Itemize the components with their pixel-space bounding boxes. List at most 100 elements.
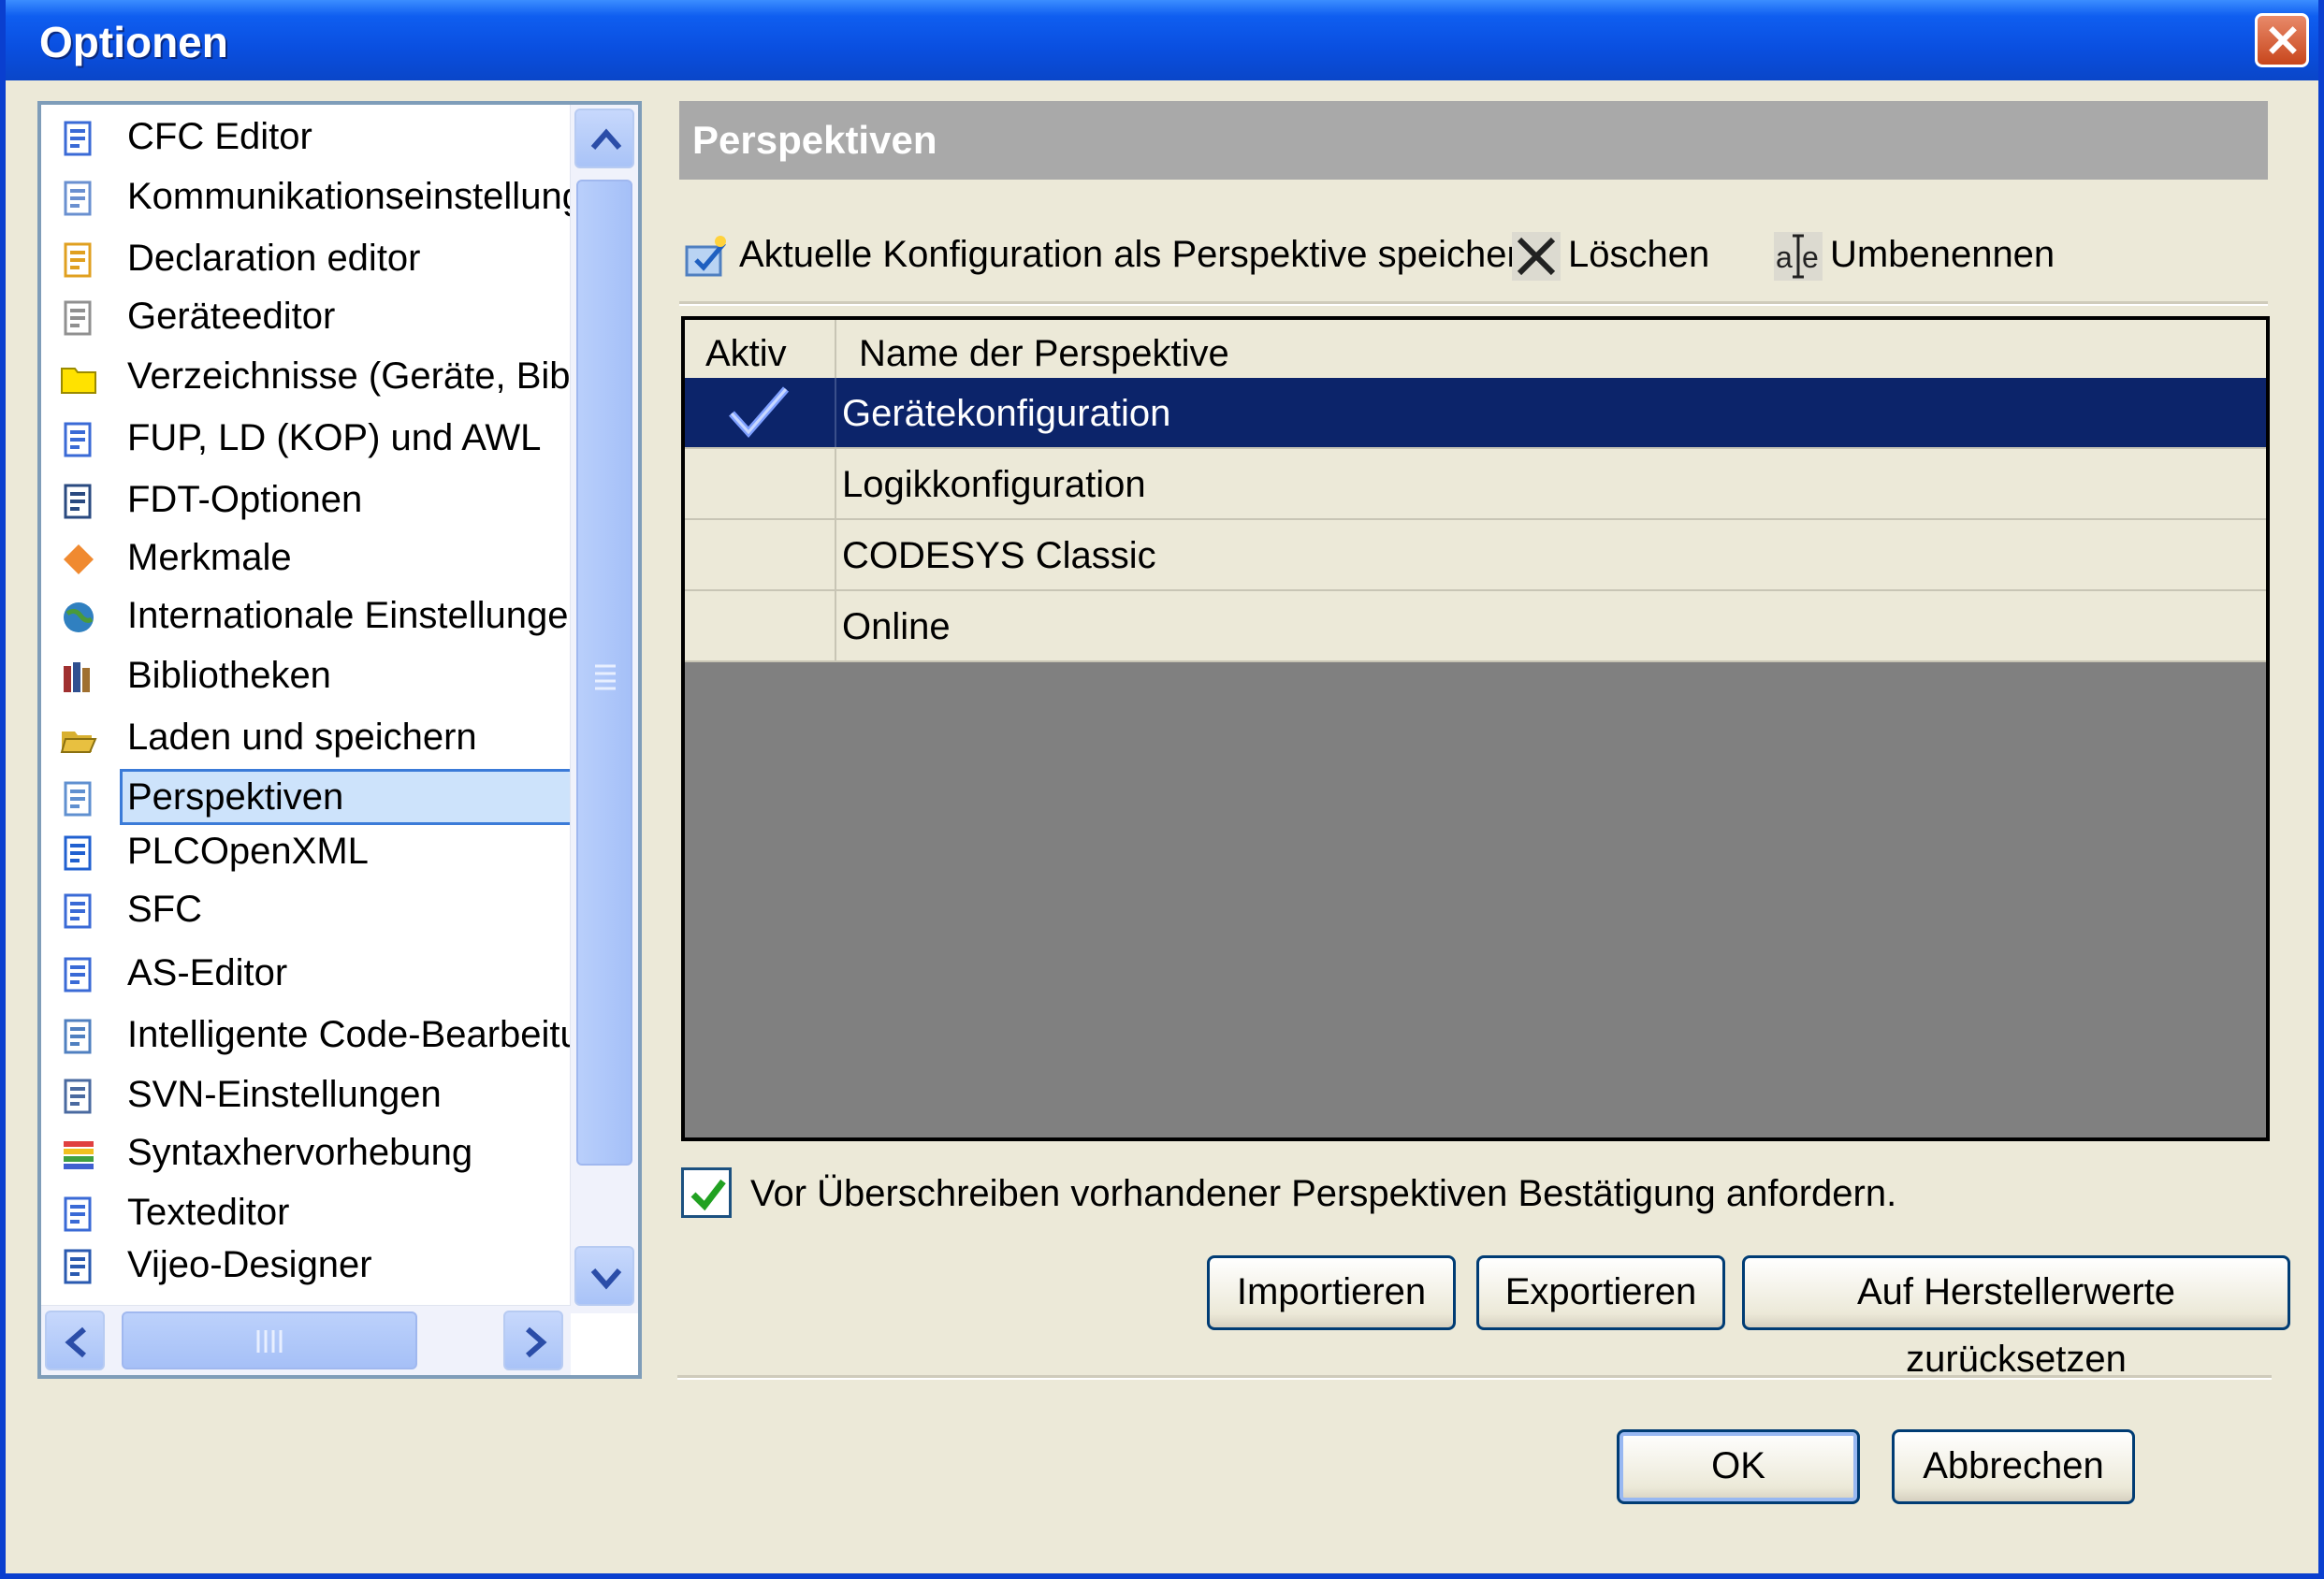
perspective-name: Logikkonfiguration (842, 464, 1146, 505)
confirm-overwrite-checkbox[interactable] (681, 1167, 732, 1218)
open-folder-icon (60, 732, 97, 753)
tree-item-label: Syntaxhervorhebung (127, 1132, 473, 1173)
grip-icon (256, 1330, 283, 1353)
confirm-overwrite-option[interactable]: Vor Überschreiben vorhandener Perspektiv… (681, 1167, 1991, 1224)
smart-coding-icon (64, 1019, 92, 1054)
tree-item[interactable]: Geräteeditor (49, 292, 599, 344)
reset-defaults-button[interactable]: Auf Herstellerwerte zurücksetzen (1742, 1255, 2290, 1380)
rename-button[interactable]: a e Umbenennen (1770, 226, 2070, 286)
perspectives-table: Aktiv Name der Perspektive Gerätekonfigu… (681, 316, 2270, 1141)
grip-icon (595, 664, 616, 690)
page-title: Perspektiven (692, 118, 937, 162)
tree-item-label: Verzeichnisse (Geräte, Bibliot (127, 355, 618, 397)
perspective-name: Online (842, 606, 951, 647)
tree-item[interactable]: AS-Editor (49, 949, 599, 1001)
tree-item-label: AS-Editor (127, 952, 288, 993)
tree-item-label: Perspektiven (127, 776, 344, 818)
horizontal-scrollbar[interactable] (41, 1305, 571, 1375)
export-button[interactable]: Exportieren (1476, 1255, 1725, 1330)
save-perspective-icon (685, 236, 726, 277)
tree-item-label: FDT-Optionen (127, 479, 363, 520)
tree-item[interactable]: Vijeo-Designer (49, 1240, 599, 1293)
table-row[interactable]: Gerätekonfiguration (685, 378, 2266, 449)
table-header: Aktiv Name der Perspektive (685, 320, 2266, 380)
syntax-highlighting-icon (64, 1141, 94, 1169)
svg-text:e: e (1802, 240, 1819, 274)
tree-item[interactable]: Syntaxhervorhebung (49, 1128, 599, 1181)
cancel-button[interactable]: Abbrechen (1892, 1429, 2135, 1504)
horizontal-scroll-thumb[interactable] (122, 1311, 417, 1369)
scroll-left-button[interactable] (45, 1311, 105, 1370)
svn-icon (64, 1079, 92, 1114)
text-editor-icon (64, 1196, 92, 1232)
tree-item[interactable]: Bibliotheken (49, 651, 599, 703)
column-header-active[interactable]: Aktiv (705, 333, 787, 375)
table-row[interactable]: Online (685, 591, 2266, 662)
tree-item[interactable]: Laden und speichern (49, 713, 599, 765)
vertical-scrollbar[interactable] (570, 105, 638, 1313)
scroll-up-button[interactable] (574, 109, 634, 168)
tree-item-label: Vijeo-Designer (127, 1244, 372, 1285)
active-cell[interactable] (685, 520, 836, 589)
chevron-left-icon (65, 1326, 86, 1358)
perspective-name: CODESYS Classic (842, 535, 1156, 576)
save-perspective-button[interactable]: Aktuelle Konfiguration als Perspektive s… (679, 226, 1540, 286)
tree-item[interactable]: Merkmale (49, 533, 599, 586)
tree-item[interactable]: Texteditor (49, 1188, 599, 1240)
active-checkmark-icon (729, 386, 790, 439)
table-row[interactable]: CODESYS Classic (685, 520, 2266, 591)
tree-item[interactable]: CFC Editor (49, 112, 599, 165)
rename-icon: a e (1774, 232, 1823, 281)
close-icon[interactable] (2255, 13, 2309, 67)
declaration-editor-icon (64, 242, 92, 278)
scroll-down-button[interactable] (574, 1246, 634, 1306)
tree-item-label: Texteditor (127, 1192, 290, 1233)
diamond-icon (64, 544, 94, 574)
tree-item-label: Declaration editor (127, 238, 421, 279)
cfc-editor-icon (64, 121, 92, 156)
fdt-icon (64, 484, 92, 519)
active-cell[interactable] (685, 449, 836, 518)
tree-item[interactable]: Declaration editor (49, 234, 599, 286)
import-button[interactable]: Importieren (1207, 1255, 1456, 1330)
tree-item[interactable]: FDT-Optionen (49, 475, 599, 528)
table-row[interactable]: Logikkonfiguration (685, 449, 2266, 520)
globe-icon (64, 602, 94, 632)
confirm-overwrite-label: Vor Überschreiben vorhandener Perspektiv… (750, 1173, 1897, 1214)
tree-item[interactable]: FUP, LD (KOP) und AWL (49, 413, 599, 466)
chevron-up-icon (590, 128, 622, 150)
tree-item-label: Merkmale (127, 537, 292, 578)
sfc-icon (64, 893, 92, 929)
footer-divider (677, 1375, 2272, 1380)
tree-item-label: Internationale Einstellungen (127, 595, 589, 636)
tree-item-label: Geräteeditor (127, 296, 336, 337)
vertical-scroll-thumb[interactable] (576, 180, 632, 1166)
tree-item-label: SFC (127, 889, 202, 930)
tree-item[interactable]: SVN-Einstellungen (49, 1070, 599, 1123)
tree-item[interactable]: PLCOpenXML (49, 827, 599, 879)
active-cell[interactable] (685, 378, 836, 447)
scroll-right-button[interactable] (503, 1311, 563, 1370)
tree-item-label: Laden und speichern (127, 717, 477, 758)
checkmark-icon (690, 1179, 726, 1211)
column-header-name[interactable]: Name der Perspektive (859, 333, 1229, 375)
delete-button[interactable]: Löschen (1508, 226, 1751, 286)
active-cell[interactable] (685, 591, 836, 660)
tree-item[interactable]: Perspektiven (49, 769, 599, 825)
tree-item[interactable]: Internationale Einstellungen (49, 591, 599, 644)
communication-icon (64, 181, 92, 216)
tree-item-label: PLCOpenXML (127, 831, 369, 872)
tree-item[interactable]: Kommunikationseinstellungen (49, 172, 624, 225)
options-tree: CFC Editor Kommunikationseinstellungen Dec… (37, 101, 642, 1379)
ok-button[interactable]: OK (1617, 1429, 1860, 1504)
title-bar[interactable]: Optionen (6, 0, 2318, 80)
svg-text:a: a (1776, 240, 1793, 274)
tree-item[interactable]: SFC (49, 885, 599, 937)
tree-item-label: CFC Editor (127, 116, 312, 157)
books-icon (64, 662, 90, 692)
tree-item[interactable]: Verzeichnisse (Geräte, Bibliot (49, 352, 618, 404)
chevron-right-icon (526, 1326, 547, 1358)
tree-item-label: SVN-Einstellungen (127, 1074, 442, 1115)
tree-item[interactable]: Intelligente Code-Bearbeitung (49, 1010, 622, 1063)
page-title-bar: Perspektiven (679, 101, 2268, 180)
